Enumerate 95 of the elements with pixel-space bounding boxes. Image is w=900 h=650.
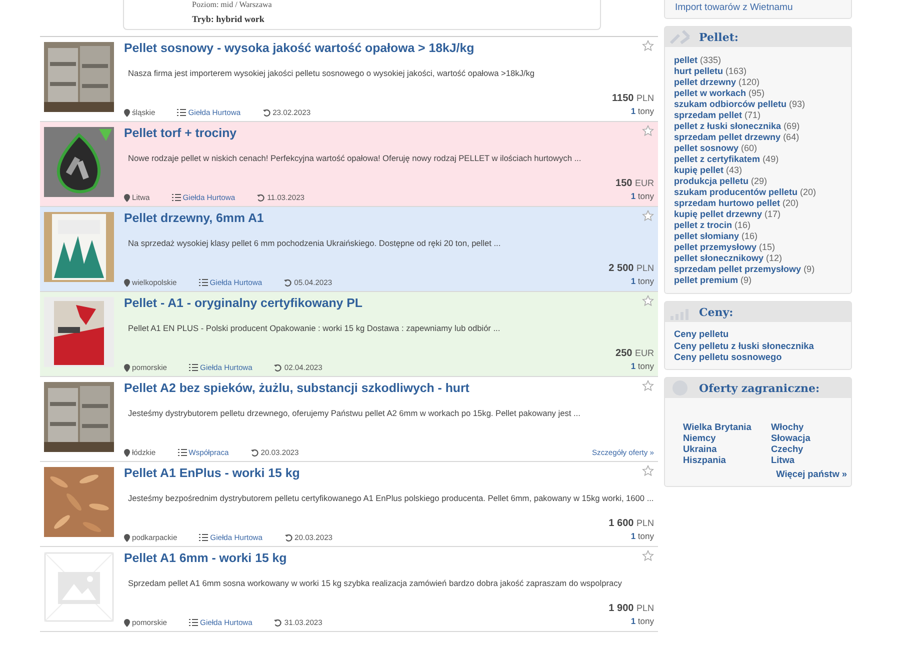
tag-link[interactable]: pellet słonecznikowy (12) (674, 253, 842, 263)
tag-link[interactable]: szukam producentów pelletu (20) (674, 187, 842, 197)
listing-description: Sprzedam pellet A1 6mm sosna workowany w worki 15 kg szybka realizacja zamówień bardzo dobra jakość zapraszam do wspolpracy (128, 577, 623, 589)
list-icon (189, 619, 198, 626)
country-link[interactable]: Litwa (771, 455, 851, 465)
country-link[interactable]: Czechy (771, 444, 851, 454)
listing-description: Nowe rodzaje pellet w niskich cenach! Perfekcyjna wartość opałowa! Oferuję nowy rodzaj PELLET w ilościach hurtowych ... (128, 152, 582, 164)
tag-link[interactable]: pellet słomiany (16) (674, 231, 842, 241)
price-label: 1 900 PLN (608, 602, 654, 615)
star-icon[interactable] (642, 125, 654, 137)
refresh-icon (274, 618, 282, 626)
quantity-label: 1 tony (630, 275, 654, 287)
tag-link[interactable]: pellet z łuski słonecznika (69) (674, 121, 842, 131)
price-link[interactable]: Ceny pelletu z łuski słonecznika (674, 340, 842, 350)
tag-link[interactable]: sprzedam pellet drzewny (64) (674, 132, 842, 142)
panel-title: Pellet: (699, 30, 738, 44)
list-icon (177, 109, 186, 116)
import-link[interactable]: Import towarów z Wietnamu (664, 0, 852, 19)
listing-title[interactable]: Pellet sosnowy - wysoka jakość wartość opałowa > 18kJ/kg (124, 41, 474, 55)
tag-link[interactable]: pellet sosnowy (60) (674, 143, 842, 153)
tag-link[interactable]: szukam odbiorców pelletu (93) (674, 99, 842, 109)
tag-link[interactable]: pellet z certyfikatem (49) (674, 154, 842, 164)
price-label: 150 EUR (616, 177, 654, 190)
location-pin-icon (124, 448, 130, 456)
location-pin-icon (124, 534, 130, 542)
star-icon[interactable] (642, 295, 654, 307)
tag-link[interactable]: pellet (335) (674, 55, 842, 65)
tag-link[interactable]: sprzedam hurtowo pellet (20) (674, 198, 842, 208)
quantity-label: 1 tony (630, 190, 654, 202)
refresh-icon (262, 108, 271, 116)
country-link[interactable]: Wielka Brytania (683, 422, 771, 432)
tag-link[interactable]: produkcja pelletu (29) (674, 176, 842, 186)
panel-title: Ceny: (699, 306, 734, 318)
quantity-label: 1 tony (630, 360, 654, 372)
quantity-label: 1 tony (630, 615, 654, 627)
star-icon[interactable] (642, 465, 654, 477)
location-pin-icon (124, 108, 130, 116)
listing-description: Nasza firma jest importerem wysokiej jakości pelletu sosnowego o wysokiej jakości, wartość opałowa >18kJ/kg (128, 67, 536, 79)
list-icon (172, 194, 181, 201)
star-icon[interactable] (642, 380, 654, 392)
price-label: 1150 PLN (612, 92, 654, 105)
list-icon (189, 364, 198, 371)
tag-link[interactable]: sprzedam pellet przemysłowy (9) (674, 264, 842, 274)
tag-link[interactable]: pellet w workach (95) (674, 88, 842, 98)
location-pin-icon (124, 278, 130, 286)
list-icon (199, 534, 208, 541)
image-placeholder-icon (44, 552, 114, 622)
tag-link[interactable]: kupię pellet drzewny (17) (674, 209, 842, 219)
panel-title: Oferty zagraniczne: (699, 382, 820, 394)
location-pin-icon (124, 618, 130, 626)
listing-title[interactable]: Pellet A2 bez spieków, żużlu, substancji szkodliwych - hurt (124, 381, 470, 395)
tag-link[interactable]: pellet z trocin (16) (674, 220, 842, 230)
location-pin-icon (124, 194, 130, 202)
country-link[interactable]: Ukraina (683, 444, 771, 454)
list-icon (198, 279, 208, 286)
arrows-icon (669, 29, 691, 45)
country-link[interactable]: Hiszpania (683, 455, 771, 465)
star-icon[interactable] (642, 40, 654, 52)
listing-title[interactable]: Pellet torf + trociny (124, 126, 237, 140)
refresh-icon (250, 448, 259, 456)
price-link[interactable]: Ceny pelletu (674, 329, 842, 339)
price-label: 250 EUR (616, 347, 654, 360)
level-text: Poziom: mid / Warszawa (192, 0, 273, 10)
tag-link[interactable]: sprzedam pellet (71) (674, 110, 842, 120)
tag-link[interactable]: pellet premium (9) (674, 275, 842, 285)
listing-description: Pellet A1 EN PLUS - Polski producent Opakowanie : worki 15 kg Dostawa : zapewniamy lub odbiór ... (128, 322, 502, 334)
listing-title[interactable]: Pellet - A1 - oryginalny certyfikowany PL (124, 296, 362, 310)
tag-link[interactable]: pellet drzewny (120) (674, 77, 842, 87)
listing-description: Jesteśmy dystrybutorem pelletu drzewnego, oferujemy Państwu pellet A2 6mm w workach po 15kg. Pellet pakowany jest ... (128, 407, 582, 419)
refresh-icon (257, 194, 266, 202)
price-label: 1 600 PLN (608, 517, 654, 530)
star-icon[interactable] (642, 550, 654, 562)
country-link[interactable]: Włochy (771, 422, 851, 432)
tag-link[interactable]: kupię pellet (43) (674, 165, 842, 175)
price-link[interactable]: Ceny pelletu sosnowego (674, 352, 842, 362)
listing-title[interactable]: Pellet A1 6mm - worki 15 kg (124, 551, 287, 565)
refresh-icon (274, 364, 282, 372)
list-icon (178, 449, 187, 456)
location-pin-icon (124, 364, 130, 372)
price-label: 2 500 PLN (608, 262, 654, 275)
listing-title[interactable]: Pellet drzewny, 6mm A1 (124, 211, 264, 225)
mode-text: Tryb: hybrid work (192, 14, 266, 24)
star-icon[interactable] (642, 210, 654, 222)
listing-description: Jesteśmy bezpośrednim dystrybutorem pelletu certyfikowanego A1 EnPlus polskiego producenta. Pellet 6mm, pakowany w 15kg worki, 1600 ... (128, 492, 654, 504)
country-link[interactable]: Niemcy (683, 433, 771, 443)
tag-link[interactable]: hurt pelletu (163) (674, 66, 842, 76)
listing-description: Na sprzedaż wysokiej klasy pellet 6 mm pochodzenia Ukraińskiego. Dostępne od ręki 20 ton, pellet ... (128, 237, 502, 249)
refresh-icon (284, 278, 292, 286)
refresh-icon (284, 534, 293, 542)
quantity-label: 1 tony (630, 105, 654, 117)
country-link[interactable]: Słowacja (771, 433, 851, 443)
more-countries-link[interactable]: Więcej państw » (776, 469, 847, 479)
listing-title[interactable]: Pellet A1 EnPlus - worki 15 kg (124, 466, 300, 480)
quantity-label: 1 tony (630, 530, 654, 542)
tag-link[interactable]: pellet przemysłowy (15) (674, 242, 842, 252)
